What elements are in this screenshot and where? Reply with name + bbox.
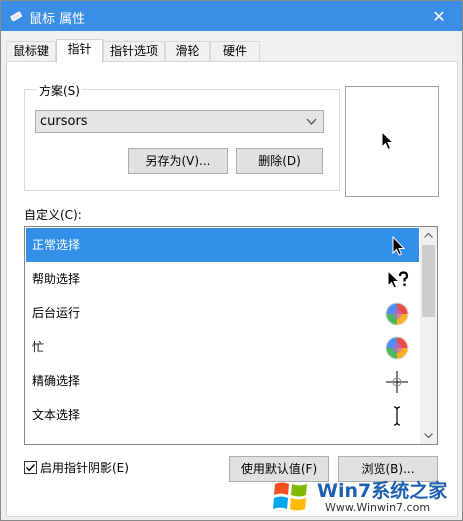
help-cursor-icon	[387, 269, 409, 289]
cursor-list[interactable]: 正常选择 帮助选择 后台运行 忙 精确选择 文本选择	[24, 226, 438, 445]
tab-strip: 鼠标键 指针 指针选项 滑轮 硬件	[6, 39, 459, 63]
list-item-label: 后台运行	[32, 306, 81, 320]
tab-hardware[interactable]: 硬件	[210, 41, 260, 62]
title-bar[interactable]: 鼠标 属性 ✕	[1, 1, 462, 31]
window-title: 鼠标 属性	[29, 12, 86, 27]
text-cursor-icon	[393, 406, 401, 426]
watermark-text: Win7系统之家	[317, 480, 448, 502]
list-item-label: 忙	[32, 340, 45, 354]
list-item-working-in-background[interactable]: 后台运行	[26, 296, 419, 330]
list-item-label: 文本选择	[32, 408, 81, 422]
close-icon: ✕	[432, 6, 446, 26]
list-item-text-select[interactable]: 文本选择	[26, 398, 419, 432]
scheme-select[interactable]: cursors	[35, 110, 324, 133]
list-item-help-select[interactable]: 帮助选择	[26, 262, 419, 296]
windows-logo-icon	[273, 482, 307, 511]
scroll-down-icon[interactable]	[420, 427, 437, 444]
watermark-url: Www.Winwin7.com	[325, 501, 431, 514]
tab-pointers[interactable]: 指针	[56, 39, 103, 63]
checkbox-box[interactable]	[24, 460, 37, 474]
delete-button[interactable]: 删除(D)	[236, 148, 323, 174]
tab-wheel[interactable]: 滑轮	[165, 41, 210, 62]
mouse-properties-window: 鼠标 属性 ✕ 鼠标键 指针 指针选项 滑轮 硬件 方案(S) cursors …	[0, 0, 463, 521]
chevron-down-icon	[306, 111, 317, 139]
checkmark-icon	[25, 463, 36, 471]
preview-arrow-cursor-icon	[381, 131, 395, 151]
pointers-panel: 方案(S) cursors 另存为(V)... 删除(D) 自定义(C): 正常…	[6, 61, 458, 517]
scroll-thumb[interactable]	[422, 245, 435, 317]
arrow-cursor-icon	[392, 235, 406, 256]
cursor-preview	[345, 86, 439, 197]
close-button[interactable]: ✕	[416, 1, 462, 31]
enable-pointer-shadow-checkbox[interactable]: 启用指针阴影(E)	[24, 459, 129, 475]
list-item-normal-select[interactable]: 正常选择	[26, 228, 419, 262]
list-item-busy[interactable]: 忙	[26, 330, 419, 364]
busy-wheel-icon	[385, 336, 409, 360]
scheme-label: 方案(S)	[37, 82, 82, 99]
scroll-up-icon[interactable]	[420, 227, 437, 244]
busy-wheel-icon	[385, 302, 409, 326]
list-item-precision-select[interactable]: 精确选择	[26, 364, 419, 398]
crosshair-cursor-icon	[386, 371, 408, 393]
tab-buttons[interactable]: 鼠标键	[6, 41, 56, 62]
list-item-label: 帮助选择	[32, 272, 81, 286]
cursor-list-scrollbar[interactable]	[420, 227, 437, 444]
list-item-label: 正常选择	[32, 238, 81, 252]
tab-pointer-options[interactable]: 指针选项	[103, 41, 165, 62]
save-as-button[interactable]: 另存为(V)...	[128, 148, 228, 174]
scheme-selected-value: cursors	[40, 114, 88, 129]
mouse-app-icon	[10, 11, 22, 22]
list-item-label: 精确选择	[32, 374, 81, 388]
watermark: Win7系统之家 Www.Winwin7.com	[269, 474, 459, 518]
scheme-group	[24, 89, 340, 191]
enable-pointer-shadow-label: 启用指针阴影(E)	[40, 460, 129, 475]
custom-label: 自定义(C):	[24, 208, 82, 222]
